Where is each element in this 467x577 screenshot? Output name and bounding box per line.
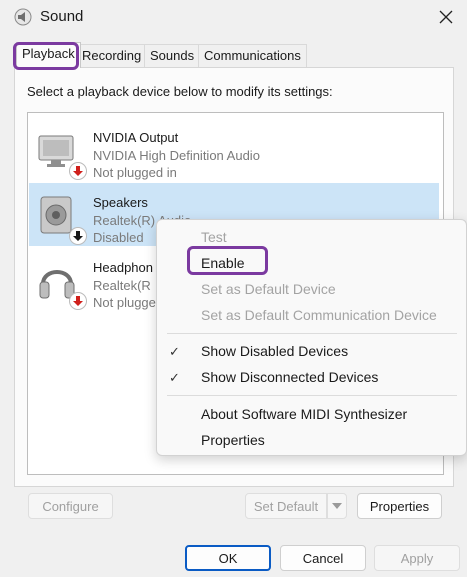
headphones-icon [35,256,87,310]
window-title: Sound [40,8,84,25]
black-down-arrow-icon [69,227,87,245]
device-name: NVIDIA Output [93,130,179,145]
device-name: Speakers [93,195,148,210]
red-down-arrow-icon [69,292,87,310]
close-button[interactable] [432,4,460,30]
device-nvidia-output[interactable]: NVIDIA Output NVIDIA High Definition Aud… [29,118,439,181]
configure-button[interactable]: Configure [28,493,113,519]
chevron-down-icon [332,503,342,509]
apply-button[interactable]: Apply [374,545,460,571]
menu-item-about-midi[interactable]: About Software MIDI Synthesizer [201,406,407,422]
context-menu: Test Enable Set as Default Device Set as… [156,219,467,456]
tab-playback[interactable]: Playback [16,42,81,68]
panel-instruction: Select a playback device below to modify… [27,84,333,99]
ok-button[interactable]: OK [185,545,271,571]
device-name: Headphon [93,260,153,275]
menu-item-properties[interactable]: Properties [201,432,265,448]
cancel-button[interactable]: Cancel [280,545,366,571]
menu-item-enable[interactable]: Enable [201,255,245,271]
device-status: Not plugged in [93,165,177,180]
menu-item-show-disconnected-devices[interactable]: Show Disconnected Devices [201,369,378,385]
tab-recording[interactable]: Recording [76,44,148,68]
menu-separator [167,333,457,334]
device-status: Not plugge [93,295,156,310]
speaker-icon [35,191,87,245]
menu-item-set-default-device[interactable]: Set as Default Device [201,281,336,297]
set-default-button[interactable]: Set Default [245,493,327,519]
window-edge-mark [0,487,3,499]
device-status: Disabled [93,230,144,245]
menu-item-show-disabled-devices[interactable]: Show Disabled Devices [201,343,348,359]
close-icon [439,10,453,24]
tab-communications[interactable]: Communications [198,44,307,68]
device-driver: NVIDIA High Definition Audio [93,148,260,163]
menu-item-set-default-communication-device[interactable]: Set as Default Communication Device [201,307,437,323]
speaker-icon [14,8,32,26]
tab-sounds[interactable]: Sounds [144,44,201,68]
checkmark-icon: ✓ [169,344,180,359]
red-down-arrow-icon [69,162,87,180]
menu-separator [167,395,457,396]
set-default-dropdown[interactable] [327,493,347,519]
checkmark-icon: ✓ [169,370,180,385]
device-driver: Realtek(R [93,278,151,293]
menu-item-test[interactable]: Test [201,229,227,245]
properties-button[interactable]: Properties [357,493,442,519]
monitor-speaker-icon [35,126,87,180]
